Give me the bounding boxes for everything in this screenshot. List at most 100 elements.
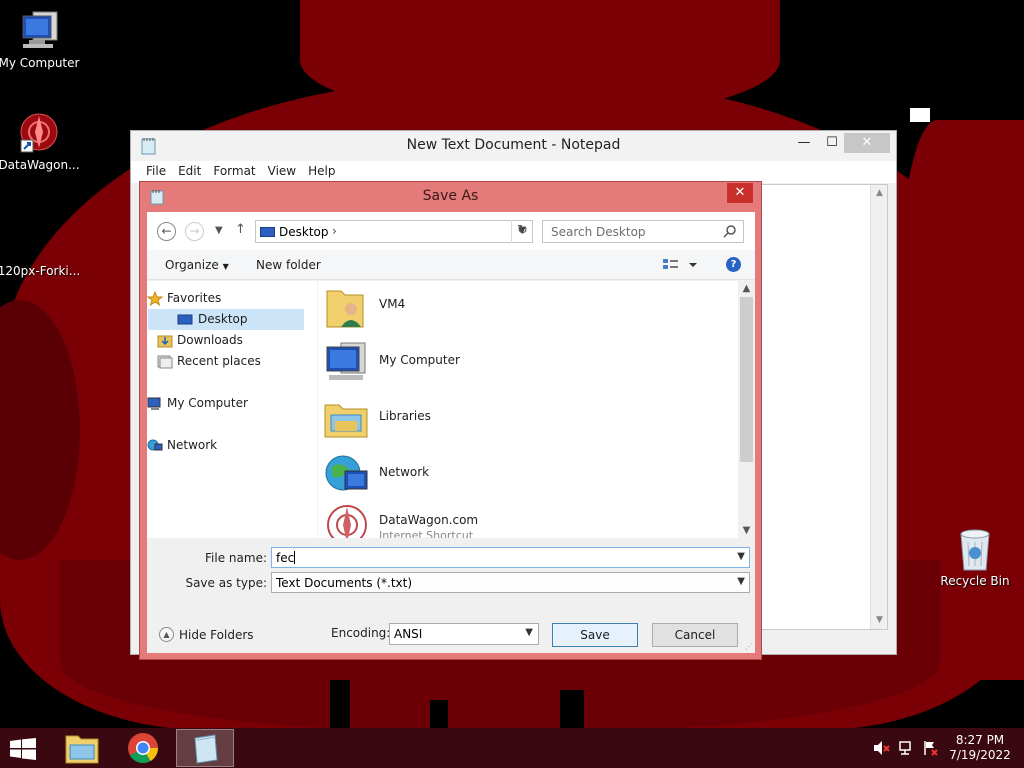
notepad-title: New Text Document - Notepad bbox=[406, 137, 621, 153]
save-as-type-label: Save as type: bbox=[185, 576, 267, 590]
address-bar[interactable]: Desktop › ▼ bbox=[255, 220, 533, 243]
file-name: My Computer bbox=[379, 353, 460, 367]
nav-label: My Computer bbox=[167, 396, 248, 410]
recent-locations-chevron-icon[interactable]: ▼ bbox=[215, 225, 223, 236]
menu-view[interactable]: View bbox=[262, 161, 302, 183]
action-center-flag-icon[interactable] bbox=[922, 740, 940, 756]
save-as-type-value: Text Documents (*.txt) bbox=[276, 576, 413, 590]
change-view-icon[interactable] bbox=[662, 257, 700, 273]
file-item-libraries[interactable]: Libraries bbox=[323, 393, 723, 445]
help-icon[interactable]: ? bbox=[726, 257, 741, 272]
scroll-up-arrow-icon[interactable]: ▲ bbox=[738, 281, 755, 296]
volume-muted-icon[interactable] bbox=[873, 740, 891, 756]
nav-label: Desktop bbox=[198, 312, 248, 326]
desktop-icon-label: DataWagon... bbox=[0, 158, 80, 172]
menu-format[interactable]: Format bbox=[207, 161, 261, 183]
refresh-icon[interactable]: ↻ bbox=[511, 220, 533, 243]
nav-recent-places[interactable]: Recent places bbox=[157, 351, 261, 372]
search-placeholder: Search Desktop bbox=[551, 225, 646, 239]
nav-desktop[interactable]: Desktop bbox=[148, 309, 304, 330]
nav-network[interactable]: Network bbox=[147, 435, 218, 456]
file-item-my-computer[interactable]: My Computer bbox=[323, 337, 723, 389]
up-arrow-icon[interactable]: ↑ bbox=[235, 222, 246, 237]
network-icon bbox=[147, 439, 163, 451]
desktop-icon-120px-forki[interactable]: 120px-Forki... bbox=[0, 264, 81, 279]
new-folder-button[interactable]: New folder bbox=[256, 258, 321, 272]
file-item-vm4[interactable]: VM4 bbox=[323, 281, 723, 333]
file-item-network[interactable]: Network bbox=[323, 449, 723, 501]
file-name-input[interactable]: fec ▼ bbox=[271, 547, 750, 568]
encoding-dropdown-icon[interactable]: ▼ bbox=[525, 627, 533, 638]
save-as-body: ← → ▼ ↑ Desktop › ▼ ↻ Search Desktop Org… bbox=[147, 212, 755, 653]
resize-grip-icon[interactable]: ⋰ bbox=[745, 642, 753, 651]
file-item-datawagon[interactable]: DataWagon.com Internet Shortcut bbox=[323, 499, 723, 538]
nav-label: Downloads bbox=[177, 333, 243, 347]
file-explorer-icon bbox=[65, 735, 99, 764]
scroll-down-arrow-icon[interactable]: ▼ bbox=[871, 612, 888, 629]
save-as-dialog[interactable]: Save As ✕ ← → ▼ ↑ Desktop › ▼ ↻ Search D… bbox=[139, 181, 762, 660]
menu-help[interactable]: Help bbox=[302, 161, 341, 183]
notepad-vertical-scrollbar[interactable]: ▲ ▼ bbox=[870, 185, 887, 629]
desktop-icon-label: 120px-Forki... bbox=[0, 264, 81, 278]
save-as-type-select[interactable]: Text Documents (*.txt) ▼ bbox=[271, 572, 750, 593]
file-name-dropdown-icon[interactable]: ▼ bbox=[737, 551, 745, 562]
taskbar-file-explorer[interactable] bbox=[53, 729, 111, 767]
back-arrow-icon[interactable]: ← bbox=[157, 222, 176, 241]
desktop-folder-icon bbox=[260, 227, 275, 237]
scroll-down-arrow-icon[interactable]: ▼ bbox=[738, 523, 755, 538]
network-icon bbox=[325, 455, 368, 491]
notepad-titlebar[interactable]: New Text Document - Notepad — ☐ ✕ bbox=[131, 131, 896, 161]
forward-arrow-icon[interactable]: → bbox=[185, 222, 204, 241]
organize-label: Organize bbox=[165, 258, 219, 272]
nav-label: Network bbox=[167, 438, 218, 452]
desktop-icon-my-computer[interactable]: My Computer bbox=[0, 10, 81, 71]
search-icon[interactable] bbox=[723, 224, 737, 238]
hide-folders-chevron-up-icon[interactable]: ▲ bbox=[159, 627, 174, 642]
save-as-titlebar[interactable]: Save As ✕ bbox=[140, 182, 761, 212]
hide-folders-button[interactable]: Hide Folders bbox=[179, 628, 254, 642]
address-location: Desktop bbox=[279, 225, 329, 239]
computer-icon bbox=[147, 397, 161, 410]
menu-file[interactable]: File bbox=[140, 161, 172, 183]
cancel-button[interactable]: Cancel bbox=[652, 623, 738, 647]
libraries-icon bbox=[324, 404, 368, 438]
network-disconnected-icon[interactable] bbox=[898, 740, 916, 756]
nav-downloads[interactable]: Downloads bbox=[157, 330, 243, 351]
encoding-label: Encoding: bbox=[331, 626, 391, 640]
encoding-value: ANSI bbox=[394, 627, 423, 641]
datawagon-shortcut-icon bbox=[327, 505, 367, 538]
scrollbar-thumb[interactable] bbox=[740, 297, 753, 462]
dialog-toolbar: Organize ▼ New folder ? bbox=[147, 250, 755, 280]
search-input[interactable]: Search Desktop bbox=[542, 220, 744, 243]
file-name-label: File name: bbox=[205, 551, 267, 565]
organize-button[interactable]: Organize ▼ bbox=[165, 258, 229, 272]
desktop-icon bbox=[177, 314, 193, 325]
taskbar-chrome[interactable] bbox=[114, 729, 172, 767]
taskbar: 8:27 PM 7/19/2022 bbox=[0, 728, 1024, 768]
address-row: ← → ▼ ↑ Desktop › ▼ ↻ Search Desktop bbox=[147, 212, 755, 250]
encoding-select[interactable]: ANSI ▼ bbox=[389, 623, 539, 645]
notepad-close-button[interactable]: ✕ bbox=[844, 133, 890, 153]
chrome-icon bbox=[128, 733, 158, 764]
file-list-scrollbar[interactable]: ▲ ▼ bbox=[738, 281, 755, 538]
nav-favorites[interactable]: Favorites bbox=[147, 288, 221, 309]
desktop-icon-datawagon[interactable]: DataWagon... bbox=[0, 112, 81, 173]
desktop-icon-label: My Computer bbox=[0, 56, 80, 70]
menu-edit[interactable]: Edit bbox=[172, 161, 207, 183]
windows-start-icon[interactable] bbox=[9, 738, 37, 760]
recent-places-icon bbox=[157, 355, 173, 369]
save-as-close-button[interactable]: ✕ bbox=[727, 183, 753, 203]
desktop-icon-recycle-bin[interactable]: Recycle Bin bbox=[933, 528, 1017, 589]
maximize-button[interactable]: ☐ bbox=[818, 133, 846, 153]
save-button[interactable]: Save bbox=[552, 623, 638, 647]
scroll-up-arrow-icon[interactable]: ▲ bbox=[871, 185, 888, 202]
breadcrumb-separator[interactable]: › bbox=[332, 224, 337, 238]
system-clock[interactable]: 8:27 PM 7/19/2022 bbox=[942, 733, 1018, 763]
save-as-type-dropdown-icon[interactable]: ▼ bbox=[737, 576, 745, 587]
nav-my-computer[interactable]: My Computer bbox=[147, 393, 248, 414]
taskbar-notepad[interactable] bbox=[176, 729, 234, 767]
text-caret bbox=[294, 551, 296, 564]
minimize-button[interactable]: — bbox=[790, 133, 818, 153]
computer-icon bbox=[22, 11, 58, 48]
notepad-menubar: File Edit Format View Help bbox=[131, 161, 896, 183]
